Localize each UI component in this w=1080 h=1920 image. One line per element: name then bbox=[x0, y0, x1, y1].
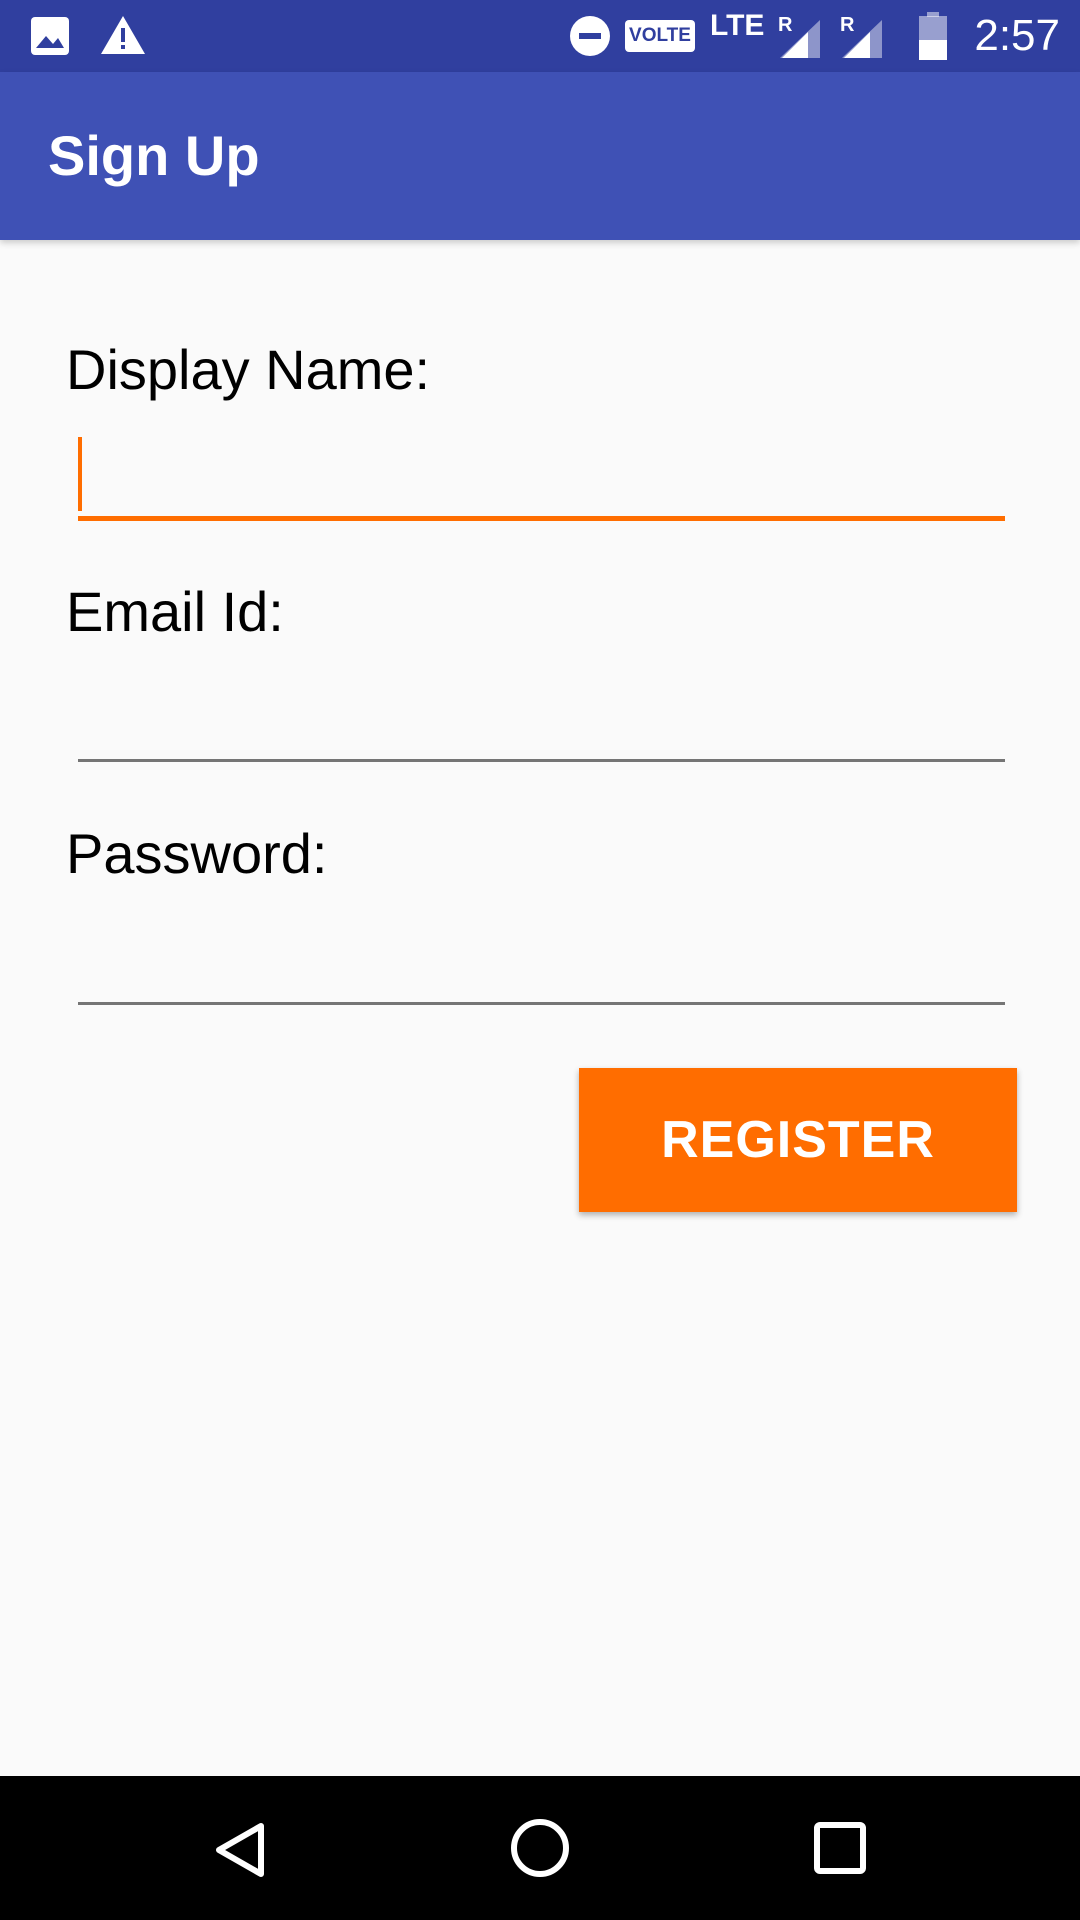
battery-icon bbox=[919, 12, 947, 60]
app-bar: Sign Up bbox=[0, 72, 1080, 240]
password-field[interactable] bbox=[78, 914, 1005, 1000]
signal-icon bbox=[780, 20, 820, 58]
password-label: Password: bbox=[66, 822, 328, 885]
display-name-field[interactable] bbox=[78, 432, 1005, 518]
display-name-underline bbox=[78, 516, 1005, 521]
volte-icon: VOLTE bbox=[625, 20, 695, 52]
email-underline bbox=[78, 759, 1005, 762]
navigation-bar bbox=[0, 1776, 1080, 1920]
recents-icon[interactable] bbox=[740, 1776, 940, 1920]
signal-icon bbox=[842, 20, 882, 58]
email-field[interactable] bbox=[78, 672, 1005, 758]
email-label: Email Id: bbox=[66, 580, 284, 643]
warning-icon bbox=[101, 16, 145, 54]
network-type-label: LTE bbox=[710, 9, 765, 42]
text-cursor bbox=[78, 437, 82, 511]
do-not-disturb-icon bbox=[570, 16, 610, 56]
image-icon bbox=[31, 17, 69, 55]
page-title: Sign Up bbox=[48, 124, 260, 187]
back-icon[interactable] bbox=[140, 1776, 340, 1920]
register-button[interactable]: REGISTER bbox=[579, 1068, 1017, 1212]
display-name-label: Display Name: bbox=[66, 338, 431, 401]
home-icon[interactable] bbox=[440, 1776, 640, 1920]
status-time: 2:57 bbox=[974, 11, 1060, 60]
password-underline bbox=[78, 1002, 1005, 1005]
status-bar: VOLTE LTE R R 2:57 bbox=[0, 0, 1080, 72]
